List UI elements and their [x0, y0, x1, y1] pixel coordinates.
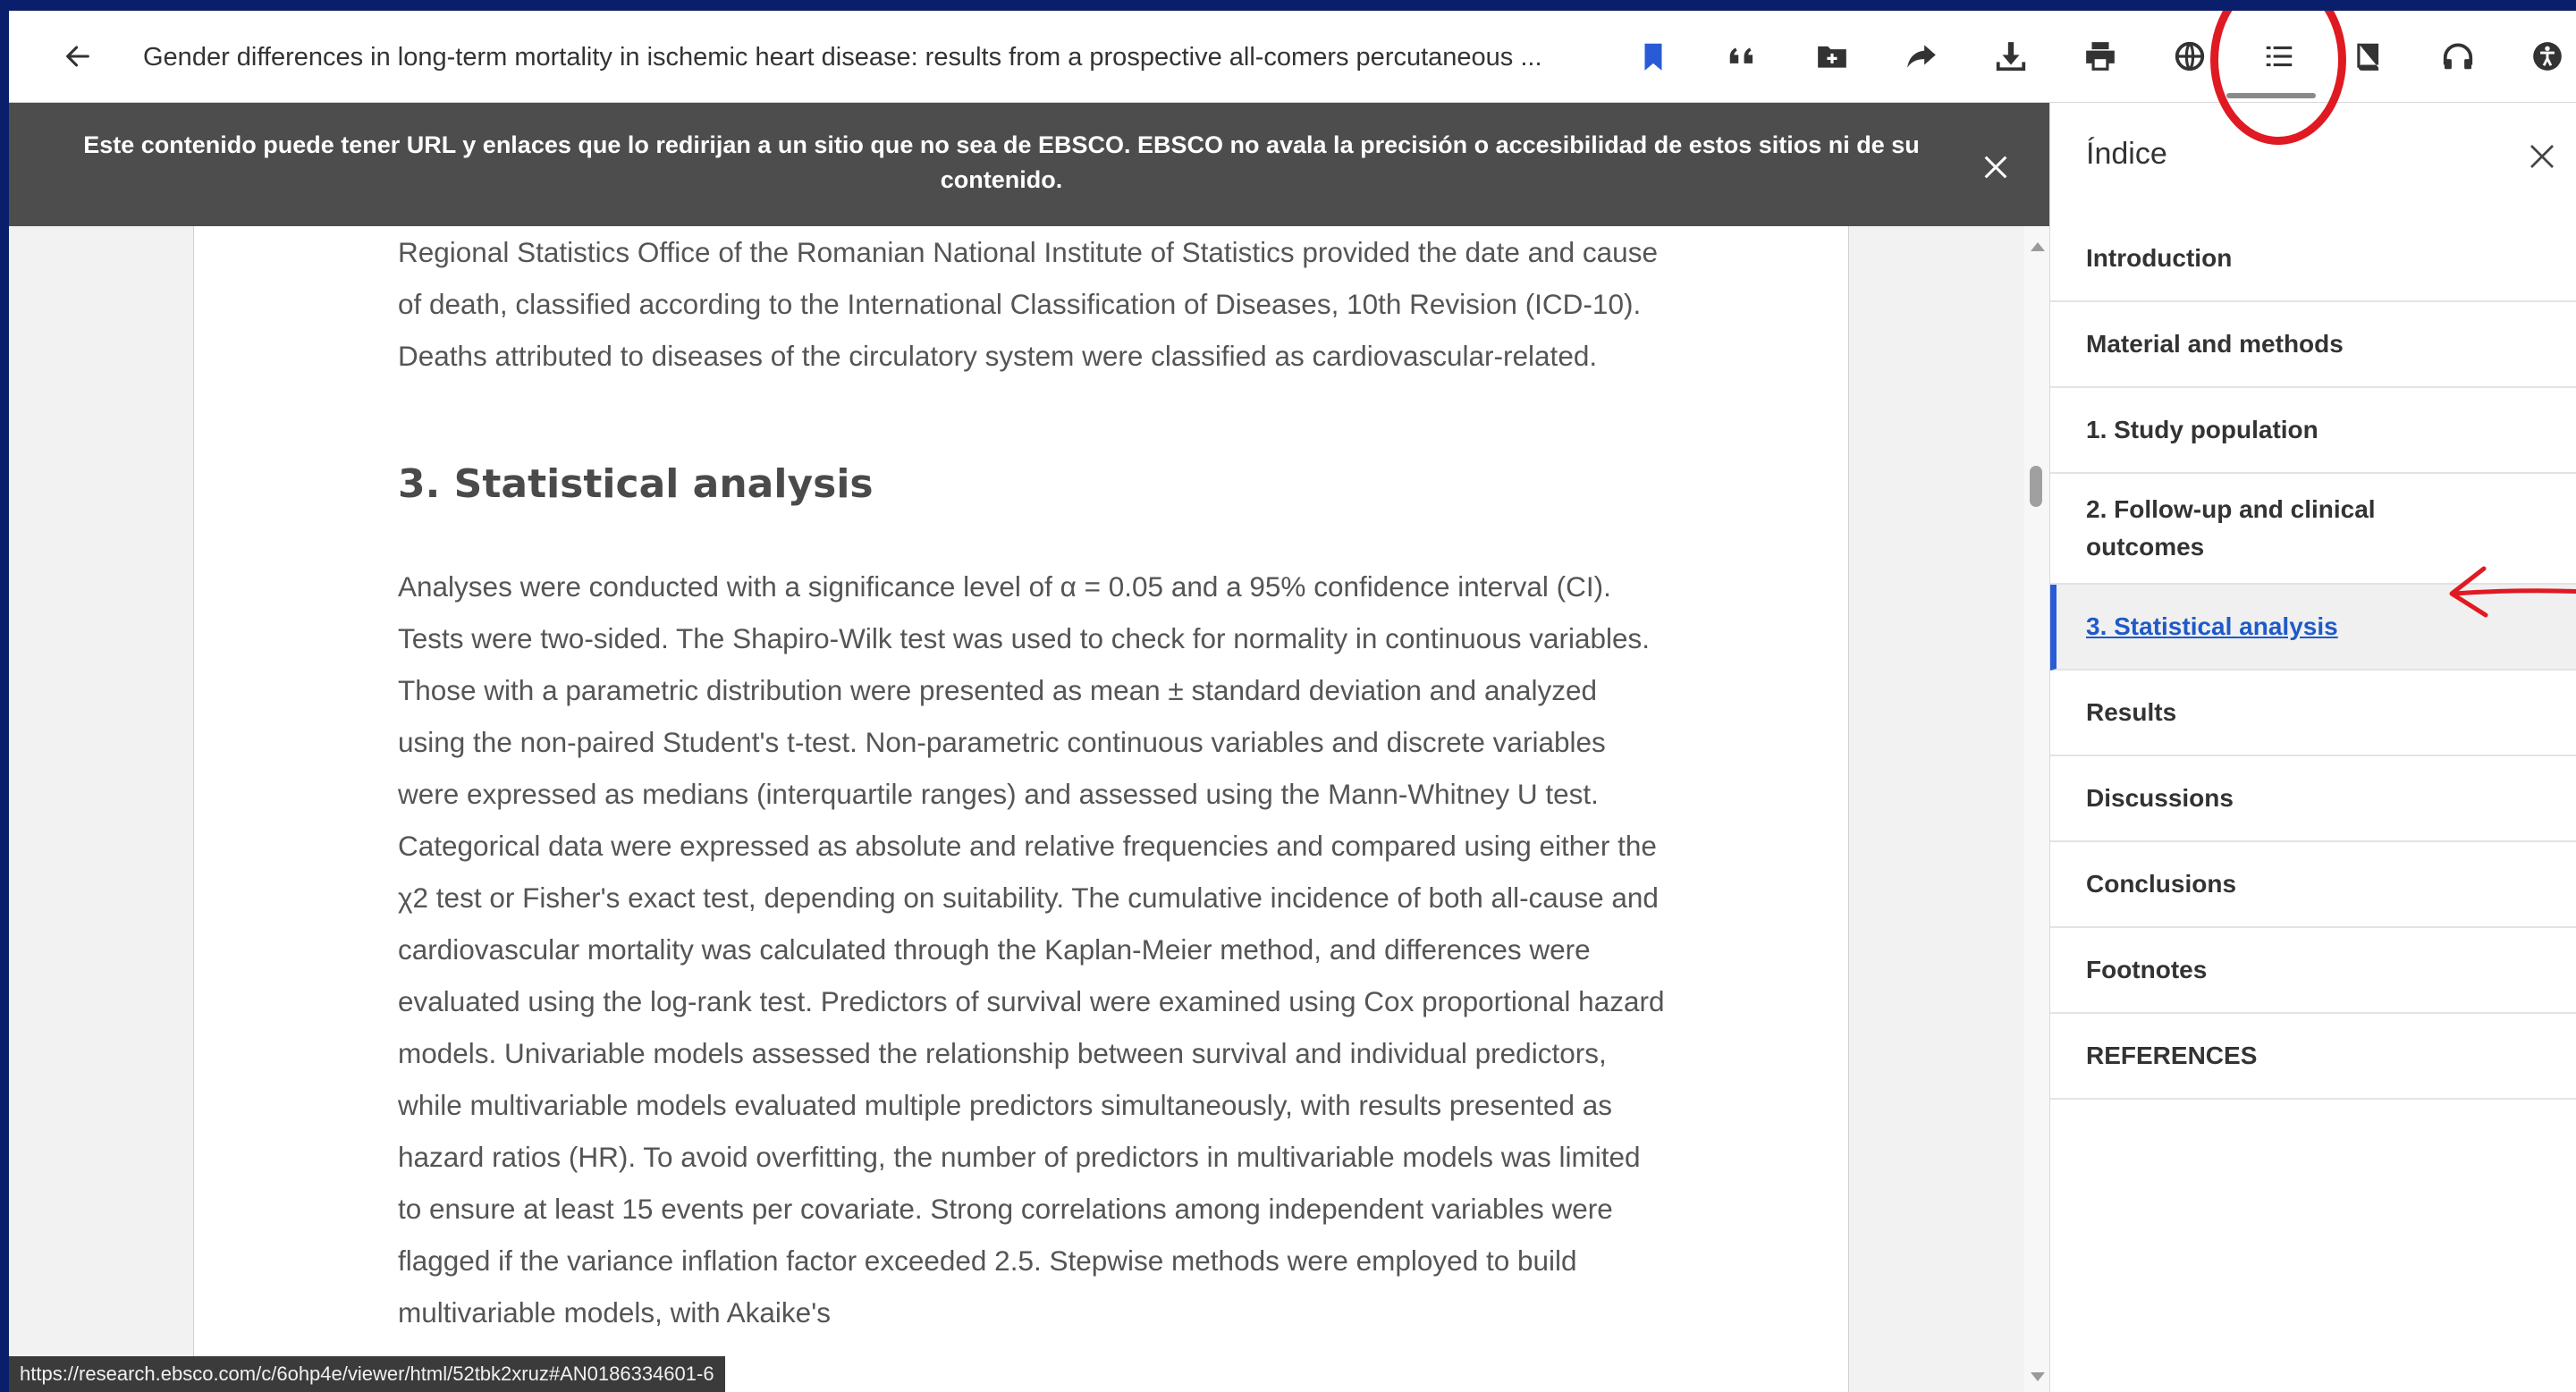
article-page: Regional Statistics Office of the Romani…: [193, 226, 1849, 1392]
notice-text: Este contenido puede tener URL y enlaces…: [83, 131, 1920, 193]
toc-item-results[interactable]: Results: [2050, 671, 2576, 756]
toc-item-conclusions[interactable]: Conclusions: [2050, 842, 2576, 928]
headphones-icon[interactable]: [2434, 32, 2482, 80]
status-bar-url: https://research.ebsco.com/c/6ohp4e/view…: [9, 1356, 725, 1392]
toc-title: Índice: [2086, 137, 2167, 171]
scroll-down-arrow-icon[interactable]: [2031, 1372, 2045, 1381]
toc-item-follow-up[interactable]: 2. Follow-up and clinical outcomes: [2050, 474, 2576, 585]
top-toolbar: Gender differences in long-term mortalit…: [9, 11, 2576, 103]
toc-item-statistical-analysis[interactable]: 3. Statistical analysis: [2050, 585, 2576, 671]
download-icon[interactable]: [1987, 32, 2035, 80]
article-paragraph: Analyses were conducted with a significa…: [398, 570, 1665, 1329]
document-title: Gender differences in long-term mortalit…: [143, 43, 1542, 72]
app-frame: Gender differences in long-term mortalit…: [9, 11, 2576, 1392]
toc-list: Introduction Material and methods 1. Stu…: [2050, 216, 2576, 1100]
section-heading: 3. Statistical analysis: [398, 461, 874, 507]
close-icon[interactable]: [2522, 137, 2562, 176]
accessibility-icon[interactable]: [2523, 32, 2572, 80]
reader-scrollbar[interactable]: [2024, 226, 2049, 1392]
add-folder-icon[interactable]: [1808, 32, 1856, 80]
toc-item-material-and-methods[interactable]: Material and methods: [2050, 302, 2576, 388]
scroll-thumb[interactable]: [2030, 466, 2042, 507]
active-tool-indicator: [2226, 93, 2316, 98]
toc-item-footnotes[interactable]: Footnotes: [2050, 928, 2576, 1014]
share-icon[interactable]: [1897, 32, 1946, 80]
table-of-contents-icon[interactable]: [2255, 32, 2303, 80]
print-icon[interactable]: [2076, 32, 2124, 80]
article-paragraph: Regional Statistics Office of the Romani…: [398, 236, 1658, 372]
toc-item-introduction[interactable]: Introduction: [2050, 216, 2576, 302]
toc-panel: Índice Introduction Material and methods…: [2049, 103, 2576, 1392]
toc-item-discussions[interactable]: Discussions: [2050, 756, 2576, 842]
translate-globe-icon[interactable]: [2166, 32, 2214, 80]
external-content-notice: Este contenido puede tener URL y enlaces…: [9, 103, 2049, 226]
scroll-up-arrow-icon[interactable]: [2031, 242, 2045, 251]
bookmark-icon[interactable]: [1629, 32, 1677, 80]
toc-item-references[interactable]: REFERENCES: [2050, 1014, 2576, 1100]
quote-icon[interactable]: [1719, 32, 1767, 80]
back-arrow-icon[interactable]: [54, 32, 102, 80]
book-icon[interactable]: [2344, 32, 2393, 80]
toc-item-study-population[interactable]: 1. Study population: [2050, 388, 2576, 474]
close-icon[interactable]: [1976, 148, 2015, 187]
